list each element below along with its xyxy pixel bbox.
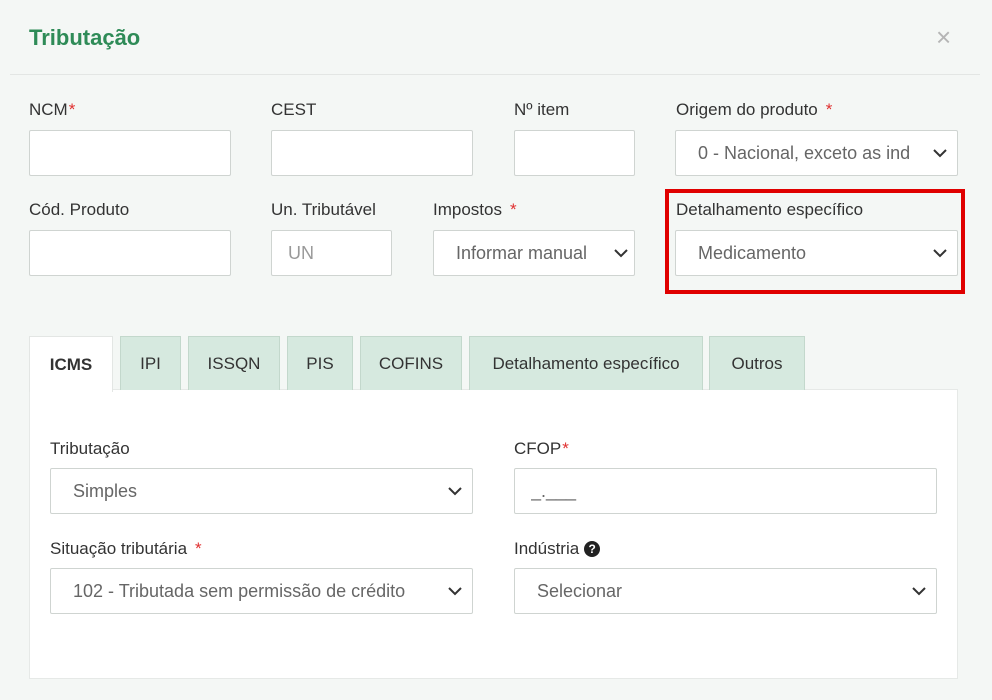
tab-panel-icms <box>29 389 958 679</box>
cest-label: CEST <box>271 100 317 119</box>
required-marker: * <box>68 100 76 119</box>
ncm-label: NCM* <box>29 100 75 120</box>
impostos-value: Informar manual <box>456 242 588 263</box>
cfop-value: _.___ <box>531 480 577 501</box>
modal-title: Tributação <box>29 25 141 50</box>
chevron-down-icon <box>448 484 462 498</box>
tributacao-value: Simples <box>73 480 138 501</box>
ncm-input[interactable] <box>29 130 231 176</box>
tab-issqn[interactable]: ISSQN <box>188 336 280 390</box>
situacao-select[interactable]: 102 - Tributada sem permissão de crédito <box>50 568 473 614</box>
impostos-select[interactable]: Informar manual <box>433 230 635 276</box>
impostos-label-text: Impostos <box>433 200 502 219</box>
required-marker: * <box>562 439 569 458</box>
required-marker: * <box>825 100 833 119</box>
origem-label-text: Origem do produto <box>676 100 818 119</box>
industria-select[interactable]: Selecionar <box>514 568 937 614</box>
close-icon[interactable]: × <box>936 24 951 50</box>
header-divider <box>10 74 980 75</box>
chevron-down-icon <box>912 584 926 598</box>
un-tributavel-label: Un. Tributável <box>271 200 376 219</box>
required-marker: * <box>509 200 517 219</box>
chevron-down-icon <box>614 246 628 260</box>
industria-label: Indústria? <box>514 539 601 559</box>
tab-icms[interactable]: ICMS <box>29 336 113 392</box>
industria-label-text: Indústria <box>514 539 580 558</box>
cfop-label: CFOP* <box>514 439 569 459</box>
impostos-label: Impostos * <box>433 200 517 220</box>
chevron-down-icon <box>933 146 947 160</box>
chevron-down-icon <box>448 584 462 598</box>
modal-header: Tributação × <box>0 0 992 76</box>
origem-value: 0 - Nacional, exceto as ind <box>698 142 911 163</box>
required-marker: * <box>195 539 202 558</box>
un-tributavel-input[interactable]: UN <box>271 230 392 276</box>
cod-produto-label: Cód. Produto <box>29 200 130 219</box>
cfop-input[interactable]: _.___ <box>514 468 937 514</box>
industria-value: Selecionar <box>537 580 623 601</box>
cest-input[interactable] <box>271 130 473 176</box>
highlight-box <box>665 189 965 294</box>
cod-produto-input[interactable] <box>29 230 231 276</box>
question-circle-icon[interactable]: ? <box>584 541 601 557</box>
origem-select[interactable]: 0 - Nacional, exceto as ind <box>675 130 958 176</box>
tab-pis[interactable]: PIS <box>287 336 353 390</box>
tab-cofins[interactable]: COFINS <box>360 336 462 390</box>
situacao-value: 102 - Tributada sem permissão de crédito <box>73 580 406 601</box>
situacao-label: Situação tributária * <box>50 539 202 559</box>
cfop-label-text: CFOP <box>514 439 562 458</box>
tributacao-select[interactable]: Simples <box>50 468 473 514</box>
situacao-label-text: Situação tributária <box>50 539 188 558</box>
tributacao-label: Tributação <box>50 439 130 458</box>
item-number-label: Nº item <box>514 100 570 119</box>
origem-label: Origem do produto * <box>676 100 832 120</box>
tab-outros[interactable]: Outros <box>709 336 805 390</box>
item-number-input[interactable] <box>514 130 635 176</box>
tab-detalhamento[interactable]: Detalhamento específico <box>469 336 703 390</box>
tab-ipi[interactable]: IPI <box>120 336 181 390</box>
un-tributavel-value: UN <box>288 242 314 263</box>
ncm-label-text: NCM <box>29 100 68 119</box>
